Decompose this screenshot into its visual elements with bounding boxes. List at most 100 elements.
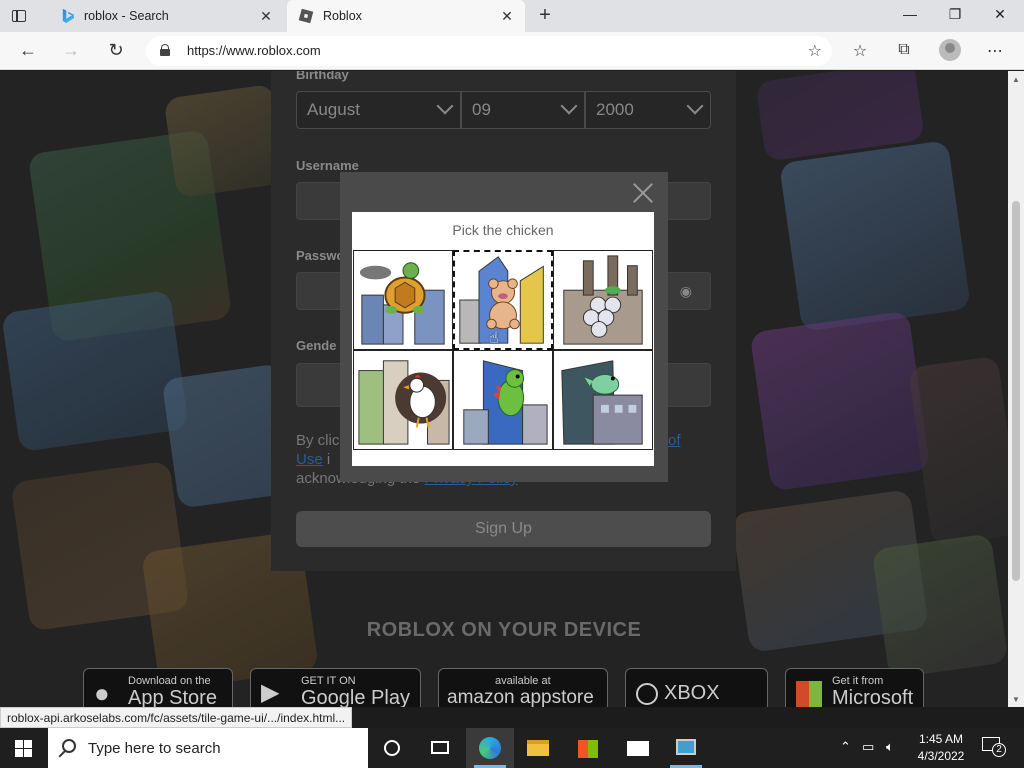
- app-store-badge[interactable]: ● Download on the App Store: [83, 668, 233, 707]
- network-icon[interactable]: ▭: [862, 739, 874, 755]
- game-thumbnail: [749, 310, 931, 492]
- bing-icon: [62, 9, 74, 23]
- mail-icon: [627, 741, 649, 756]
- year-select[interactable]: 2000: [585, 91, 711, 129]
- close-icon[interactable]: [632, 182, 654, 204]
- xbox-badge[interactable]: XBOX ONE: [625, 668, 768, 707]
- mail-taskbar-app[interactable]: [614, 728, 662, 768]
- forward-icon[interactable]: →: [60, 39, 82, 61]
- cortana-button[interactable]: [368, 728, 416, 768]
- store-icon: [578, 740, 598, 758]
- teddy-bear-icon: [459, 256, 544, 344]
- badge-big-text: Microsoft: [832, 687, 914, 707]
- captcha-tile-turtle[interactable]: [353, 250, 453, 350]
- microsoft-badge[interactable]: Get it from Microsoft: [785, 668, 924, 707]
- task-view-button[interactable]: [416, 728, 464, 768]
- notification-button[interactable]: 2: [982, 737, 1006, 757]
- refresh-icon[interactable]: ↻: [105, 39, 127, 61]
- captcha-tile-dinosaur[interactable]: [453, 350, 553, 450]
- year-value: 2000: [596, 100, 634, 119]
- tab-search[interactable]: roblox - Search ✕: [48, 0, 284, 32]
- month-select[interactable]: August: [296, 91, 461, 129]
- birthday-label: Birthday: [296, 71, 349, 82]
- hand-cursor-icon: ☝: [489, 330, 499, 347]
- taskbar: Type here to search ⌃ ▭ 🔈︎ 1:45 AM 4/3/2…: [0, 728, 1024, 768]
- google-play-badge[interactable]: ▶ GET IT ON Google Play: [250, 668, 421, 707]
- collections-icon[interactable]: ⧉: [893, 41, 915, 59]
- captcha-tile-teddy-bear[interactable]: ☝: [453, 250, 553, 350]
- taskbar-search[interactable]: Type here to search: [48, 728, 368, 768]
- volume-icon[interactable]: 🔈︎: [886, 739, 894, 755]
- roblox-icon: [298, 8, 314, 24]
- store-taskbar-app[interactable]: [564, 728, 612, 768]
- app-icon: [676, 739, 696, 755]
- turtle-icon: [359, 262, 445, 345]
- edge-taskbar-app[interactable]: [466, 728, 514, 768]
- eye-icon[interactable]: ◉: [680, 283, 692, 300]
- captcha-tile-dinosaur[interactable]: [553, 350, 653, 450]
- scroll-down-icon[interactable]: ▼: [1012, 695, 1020, 704]
- system-clock[interactable]: 1:45 AM 4/3/2022: [916, 731, 966, 765]
- dinosaur-icon: [463, 360, 548, 445]
- status-bar: roblox-api.arkoselabs.com/fc/assets/tile…: [0, 707, 353, 728]
- clock-time: 1:45 AM: [918, 732, 964, 746]
- close-tab-icon[interactable]: ✕: [499, 8, 515, 25]
- gender-label: Gende: [296, 338, 337, 353]
- page-scrollbar[interactable]: ▲ ▼: [1008, 71, 1024, 707]
- search-placeholder: Type here to search: [88, 740, 221, 757]
- chevron-down-icon: [560, 100, 576, 116]
- terms-of-link[interactable]: of: [668, 431, 681, 450]
- url-text: https://www.roblox.com: [187, 43, 321, 58]
- amazon-appstore-badge[interactable]: available at amazon appstore: [438, 668, 608, 707]
- scroll-up-icon[interactable]: ▲: [1012, 75, 1020, 84]
- badge-small-text: GET IT ON: [301, 675, 356, 687]
- badge-big-text: Google Play: [301, 687, 410, 707]
- game-thumbnail: [778, 139, 972, 333]
- badge-big-text: XBOX ONE: [664, 682, 720, 707]
- captcha-tile-chicken[interactable]: [353, 350, 453, 450]
- windows-start-button[interactable]: [0, 728, 48, 768]
- captcha-grid: ☝: [353, 250, 653, 450]
- chevron-down-icon: [686, 100, 702, 116]
- grapes-icon: [563, 255, 643, 345]
- scrollbar-thumb[interactable]: [1012, 201, 1020, 581]
- folder-icon: [527, 740, 549, 756]
- microsoft-icon: [796, 681, 822, 707]
- month-value: August: [307, 100, 360, 119]
- minimize-button[interactable]: —: [900, 6, 920, 22]
- captcha-prompt: Pick the chicken: [452, 222, 554, 238]
- day-value: 09: [472, 100, 491, 119]
- game-thumbnail: [871, 533, 1008, 679]
- back-icon[interactable]: ←: [17, 39, 39, 61]
- close-window-button[interactable]: ✕: [990, 6, 1010, 23]
- restore-button[interactable]: ❐: [945, 6, 965, 23]
- captcha-tile-grapes[interactable]: [553, 250, 653, 350]
- file-explorer-taskbar-app[interactable]: [514, 728, 562, 768]
- new-tab-button[interactable]: +: [534, 4, 556, 27]
- profile-avatar[interactable]: [939, 39, 961, 61]
- tab-title: roblox - Search: [84, 9, 169, 23]
- tab-actions-icon[interactable]: [8, 6, 30, 26]
- xbox-icon: [636, 683, 658, 705]
- day-select[interactable]: 09: [461, 91, 585, 129]
- game-thumbnail: [907, 355, 1008, 547]
- chevron-down-icon: [436, 100, 452, 116]
- signup-button[interactable]: Sign Up: [296, 511, 711, 547]
- taskbar-app[interactable]: [662, 728, 710, 768]
- terms-use-link[interactable]: Use: [296, 451, 323, 468]
- more-icon[interactable]: ⋯: [984, 41, 1006, 61]
- favorites-icon[interactable]: ☆: [849, 41, 871, 61]
- search-icon: [62, 739, 76, 753]
- url-field[interactable]: https://www.roblox.com ☆: [146, 36, 832, 66]
- badge-small-text: Get it from: [832, 675, 884, 687]
- browser-tab-bar: roblox - Search ✕ Roblox ✕ + — ❐ ✕: [0, 0, 1024, 32]
- tab-roblox[interactable]: Roblox ✕: [287, 0, 525, 32]
- edge-icon: [479, 737, 501, 759]
- play-icon: ▶: [261, 679, 280, 706]
- chevron-up-icon[interactable]: ⌃: [840, 739, 851, 755]
- task-view-icon: [431, 741, 449, 754]
- close-tab-icon[interactable]: ✕: [258, 8, 274, 25]
- username-label: Username: [296, 158, 359, 173]
- add-favorite-icon[interactable]: ☆: [808, 41, 822, 61]
- terms-middle: i: [326, 451, 331, 468]
